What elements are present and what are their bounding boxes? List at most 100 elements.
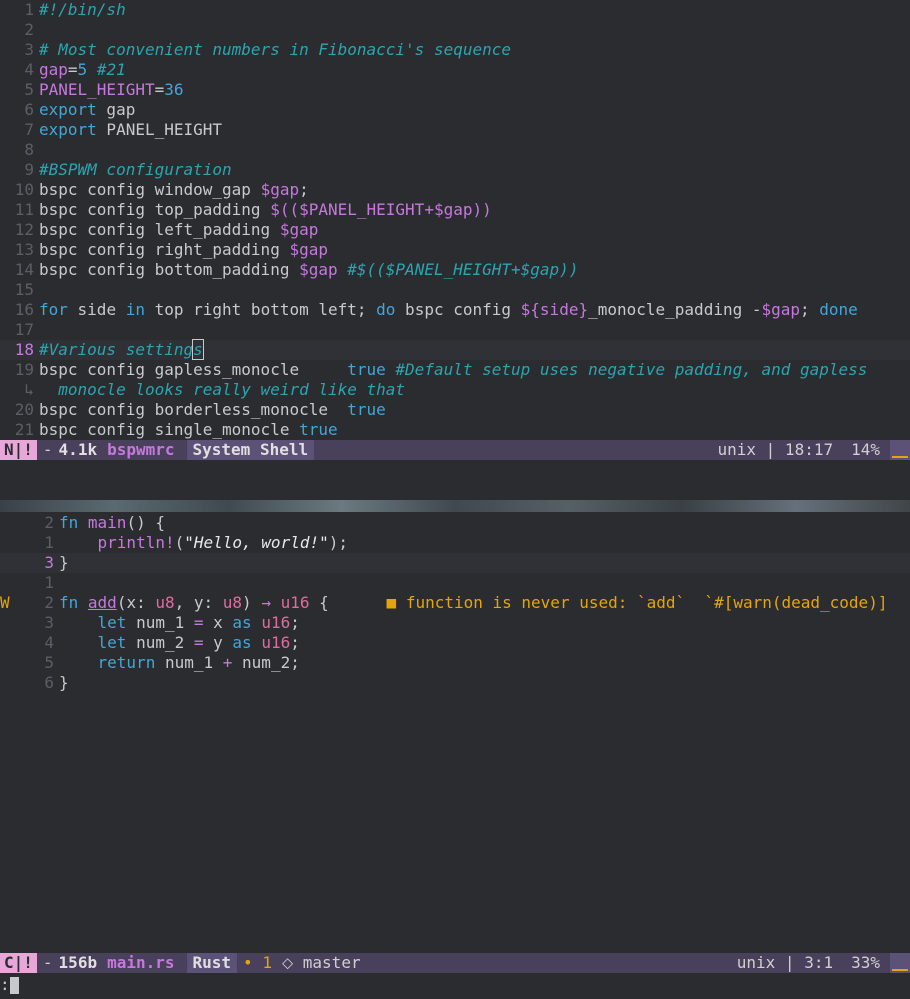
code-text: }: [54, 673, 69, 693]
line-number: 6: [24, 100, 34, 119]
code-token: $(($PANEL_HEIGHT: [270, 200, 425, 219]
code-line[interactable]: 13 bspc config right_padding $gap: [0, 240, 910, 260]
modified-indicator: -: [42, 440, 53, 459]
code-token: ;: [290, 633, 300, 652]
code-line[interactable]: 4 gap=5 #21: [0, 60, 910, 80]
code-token: main: [78, 513, 127, 532]
code-token: fn: [59, 513, 79, 532]
code-token: }: [59, 553, 69, 572]
code-token: bspc config bottom_padding: [39, 260, 300, 279]
code-token: bspc config right_padding: [39, 240, 290, 259]
code-line[interactable]: 2: [0, 20, 910, 40]
file-size: 156b: [58, 953, 98, 972]
code-line[interactable]: 4 let num_2 = y as u16;: [0, 633, 910, 653]
code-token: return: [97, 653, 156, 672]
code-text: bspc config top_padding $(($PANEL_HEIGHT…: [34, 200, 492, 220]
code-text: #BSPWM configuration: [34, 160, 232, 180]
code-token: fn: [59, 593, 79, 612]
code-token: export: [39, 100, 97, 119]
encoding-position: unix | 18:17: [717, 440, 834, 459]
code-line[interactable]: 5 PANEL_HEIGHT=36: [0, 80, 910, 100]
command-cursor: [9, 977, 19, 994]
code-token: u16: [270, 593, 310, 612]
code-token: (x:: [116, 593, 156, 612]
line-number: 11: [14, 200, 34, 219]
code-line[interactable]: ↳ monocle looks really weird like that: [0, 380, 910, 400]
editor-pane-bottom[interactable]: 2 fn main() {1 println!("Hello, world!");…: [0, 513, 910, 953]
code-line[interactable]: 6 export gap: [0, 100, 910, 120]
code-token: u16: [251, 613, 291, 632]
code-line[interactable]: 14 bspc config bottom_padding $gap #$(($P…: [0, 260, 910, 280]
code-line[interactable]: 16 for side in top right bottom left; do …: [0, 300, 910, 320]
code-line[interactable]: 12 bspc config left_padding $gap: [0, 220, 910, 240]
code-token: as: [232, 633, 252, 652]
code-line[interactable]: 3 let num_1 = x as u16;: [0, 613, 910, 633]
code-line[interactable]: 1 #!/bin/sh: [0, 0, 910, 20]
line-number: 18: [14, 340, 34, 359]
line-number: 1: [24, 0, 34, 19]
code-line[interactable]: 15: [0, 280, 910, 300]
code-line[interactable]: 10 bspc config window_gap $gap;: [0, 180, 910, 200]
code-line[interactable]: 18 #Various settings: [0, 339, 910, 360]
line-number: 2: [44, 513, 54, 532]
command-line[interactable]: :: [0, 975, 910, 999]
code-token: PANEL_HEIGHT: [39, 80, 155, 99]
code-text: fn add(x: u8, y: u8) → u16 { ■ function …: [54, 593, 887, 613]
code-line[interactable]: 5 return num_1 + num_2;: [0, 653, 910, 673]
code-token: u8: [222, 593, 243, 612]
code-token: _monocle_padding -: [588, 300, 762, 319]
code-token: ■ function is never used: `add` `#[warn(…: [386, 593, 888, 612]
code-line[interactable]: 1 println!("Hello, world!");: [0, 533, 910, 553]
code-token: $gap: [299, 260, 338, 279]
code-token: for: [39, 300, 68, 319]
code-line[interactable]: 17: [0, 320, 910, 340]
scroll-indicator: [890, 440, 910, 460]
code-text: let num_2 = y as u16;: [54, 633, 300, 653]
code-token: export: [39, 120, 97, 139]
code-line[interactable]: 8: [0, 140, 910, 160]
line-number: 8: [24, 140, 34, 159]
code-text: return num_1 + num_2;: [54, 653, 300, 673]
code-token: side: [67, 300, 126, 319]
code-line[interactable]: 3 # Most convenient numbers in Fibonacci'…: [0, 40, 910, 60]
diagnostic-count[interactable]: • 1: [237, 953, 272, 973]
code-token: add: [87, 593, 117, 612]
code-token: num_2;: [232, 653, 300, 672]
code-line[interactable]: 11 bspc config top_padding $(($PANEL_HEIG…: [0, 200, 910, 220]
code-line[interactable]: W 2 fn add(x: u8, y: u8) → u16 { ■ functio…: [0, 593, 910, 613]
editor-pane-top[interactable]: 1 #!/bin/sh 2 3 # Most convenient numbers in…: [0, 0, 910, 440]
code-text: bspc config window_gap $gap;: [34, 180, 309, 200]
code-token: gap: [96, 100, 136, 119]
code-token: top right bottom left;: [144, 300, 377, 319]
code-line[interactable]: 1: [0, 573, 910, 593]
code-line[interactable]: 6}: [0, 673, 910, 693]
code-line[interactable]: 3}: [0, 553, 910, 573]
code-line[interactable]: 20 bspc config borderless_monocle true: [0, 400, 910, 420]
line-number: 3: [44, 613, 54, 632]
code-line[interactable]: 9 #BSPWM configuration: [0, 160, 910, 180]
code-token: 5: [77, 60, 88, 79]
code-token: do: [376, 300, 396, 319]
code-text: bspc config single_monocle true: [34, 420, 338, 440]
code-text: monocle looks really weird like that: [34, 380, 405, 400]
code-token: y: [203, 633, 233, 652]
code-token: s: [192, 339, 204, 360]
code-token: bspc config: [395, 300, 521, 319]
code-line[interactable]: 7 export PANEL_HEIGHT: [0, 120, 910, 140]
code-line[interactable]: 21 bspc config single_monocle true: [0, 420, 910, 440]
code-token: , y:: [174, 593, 223, 612]
code-token: =: [67, 60, 78, 79]
window-divider[interactable]: [0, 500, 910, 512]
warning-gutter-icon: W: [0, 593, 10, 612]
code-token: (: [174, 533, 185, 552]
line-number: 15: [14, 280, 34, 299]
code-token: ): [242, 593, 262, 612]
code-line[interactable]: 2 fn main() {: [0, 513, 910, 533]
code-token: #$(($PANEL_HEIGHT+$gap)): [337, 260, 579, 279]
code-line[interactable]: 19 bspc config gapless_monocle true #Defa…: [0, 360, 910, 380]
